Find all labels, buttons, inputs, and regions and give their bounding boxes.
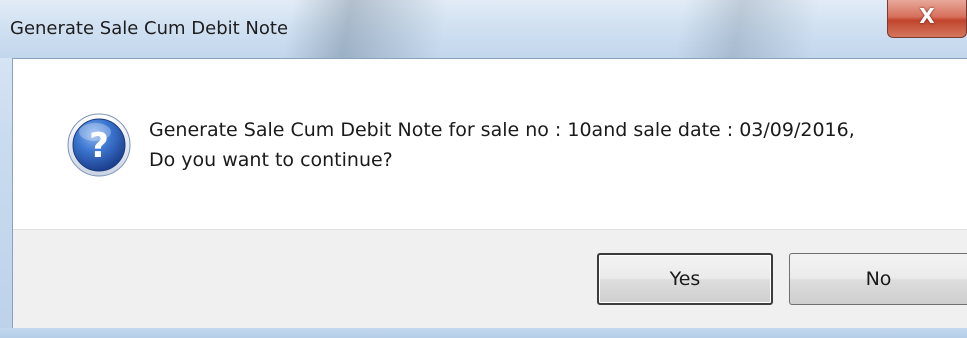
close-icon: X: [919, 4, 935, 28]
yes-button[interactable]: Yes: [597, 253, 773, 305]
dialog-window: Generate Sale Cum Debit Note X ? Generat…: [0, 0, 967, 338]
window-title: Generate Sale Cum Debit Note: [10, 18, 289, 39]
message-area: ? Generate Sale Cum Debit Note for sale …: [13, 59, 967, 230]
svg-text:?: ?: [89, 126, 109, 166]
close-button[interactable]: X: [887, 0, 967, 38]
dialog-content: ? Generate Sale Cum Debit Note for sale …: [12, 58, 967, 328]
message-line-2: Do you want to continue?: [149, 149, 393, 171]
message-line-1: Generate Sale Cum Debit Note for sale no…: [149, 119, 855, 141]
question-icon: ?: [66, 112, 132, 178]
message-text: Generate Sale Cum Debit Note for sale no…: [149, 115, 855, 175]
no-button[interactable]: No: [789, 253, 967, 305]
title-bar[interactable]: Generate Sale Cum Debit Note X: [0, 0, 967, 58]
window-bottom-frame: [0, 328, 967, 338]
